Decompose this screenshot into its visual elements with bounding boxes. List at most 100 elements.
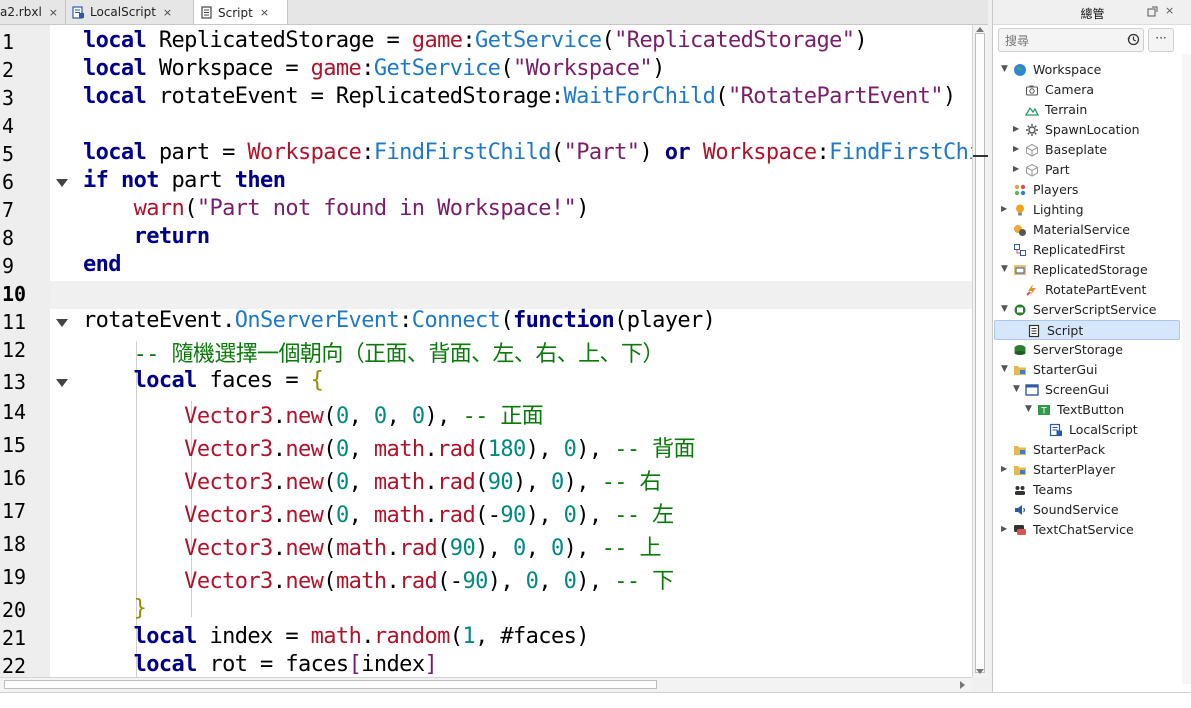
tree-item-materialservice[interactable]: MaterialService <box>993 220 1182 240</box>
tree-item-starterplayer[interactable]: ▶ StarterPlayer <box>993 460 1182 480</box>
code-token: 0 <box>550 536 564 561</box>
more-options-button[interactable]: ··· <box>1148 28 1174 52</box>
line-number: 17 <box>2 499 27 523</box>
fold-arrow-icon[interactable] <box>56 179 68 187</box>
chevron-down-icon[interactable]: ▼ <box>1001 64 1008 74</box>
fold-arrow-icon[interactable] <box>56 319 68 327</box>
tab-place-file[interactable]: a2.rbxl × <box>0 0 66 24</box>
code-token: GetService <box>373 56 501 81</box>
code-token: { <box>310 368 324 393</box>
line-number: 8 <box>2 226 15 250</box>
chevron-right-icon[interactable]: ▶ <box>1001 204 1007 213</box>
tree-item-terrain[interactable]: Terrain <box>993 100 1182 120</box>
code-token: -- 正面 <box>462 404 544 429</box>
code-line[interactable]: 17 Vector3.new(0, math.rad(-90), 0), -- … <box>0 494 972 528</box>
chevron-right-icon[interactable]: ▶ <box>1013 124 1019 133</box>
tree-item-camera[interactable]: Camera <box>993 80 1182 100</box>
code-token: rad <box>399 569 438 594</box>
tree-item-teams[interactable]: Teams <box>993 480 1182 500</box>
fold-arrow-icon[interactable] <box>56 379 68 387</box>
tree-item-workspace[interactable]: ▼ Workspace <box>993 60 1182 80</box>
scrollbar-thumb[interactable] <box>4 680 657 689</box>
code-token: ), <box>576 437 615 462</box>
scroll-marker <box>973 155 988 157</box>
code-token: rotateEvent = ReplicatedStorage: <box>146 84 564 109</box>
tree-item-serverstorage[interactable]: ServerStorage <box>993 340 1182 360</box>
tree-item-rotatepartevent[interactable]: RotatePartEvent <box>993 280 1182 300</box>
code-token: 0 <box>563 569 577 594</box>
code-line[interactable]: 12 -- 隨機選擇一個朝向（正面、背面、左、右、上、下） <box>0 333 972 367</box>
chevron-down-icon[interactable]: ▼ <box>1013 384 1020 394</box>
tree-item-starterpack[interactable]: StarterPack <box>993 440 1182 460</box>
chevron-down-icon[interactable]: ▼ <box>1001 264 1008 274</box>
globe-icon <box>1013 63 1027 77</box>
chevron-right-icon[interactable]: ▶ <box>1001 464 1007 473</box>
scroll-up-arrow-icon[interactable] <box>976 27 984 32</box>
tree-item-players[interactable]: Players <box>993 180 1182 200</box>
close-icon[interactable]: × <box>49 6 58 19</box>
code-token: . <box>361 624 374 649</box>
scrollbar-thumb[interactable] <box>975 33 985 673</box>
chevron-right-icon[interactable]: ▶ <box>1001 524 1007 533</box>
scroll-down-arrow-icon[interactable] <box>976 669 984 674</box>
tree-item-startergui[interactable]: ▼ StarterGui <box>993 360 1182 380</box>
chevron-right-icon[interactable]: ▶ <box>1013 144 1019 153</box>
tree-item-spawnlocation[interactable]: ▶ SpawnLocation <box>993 120 1182 140</box>
code-line[interactable]: 22 local rot = faces[index] <box>0 649 972 677</box>
close-icon[interactable]: × <box>163 6 172 19</box>
tree-item-script[interactable]: Script <box>994 320 1180 340</box>
chevron-down-icon[interactable]: ▼ <box>1001 304 1008 314</box>
tab-script[interactable]: Script × <box>194 0 288 24</box>
tree-item-lighting[interactable]: ▶ Lighting <box>993 200 1182 220</box>
tab-local-script[interactable]: LocalScript × <box>66 0 194 24</box>
code-token: random <box>373 624 450 649</box>
code-token: WaitForChild <box>563 84 716 109</box>
screengui-icon <box>1025 383 1039 397</box>
code-line[interactable]: 15 Vector3.new(0, math.rad(180), 0), -- … <box>0 428 972 462</box>
chat-icon <box>1013 523 1027 537</box>
line-number: 7 <box>2 198 15 222</box>
scroll-right-arrow-icon[interactable] <box>960 681 965 689</box>
close-icon[interactable]: × <box>260 6 269 19</box>
tree-item-label: Script <box>1047 323 1084 338</box>
tree-item-part[interactable]: ▶ Part <box>993 160 1182 180</box>
code-text: local index = math.random(1, #faces) <box>83 624 590 649</box>
code-token: Connect <box>411 308 501 333</box>
chevron-right-icon[interactable]: ▶ <box>1013 164 1019 173</box>
code-line[interactable]: 14 Vector3.new(0, 0, 0), -- 正面 <box>0 395 972 429</box>
tree-item-soundservice[interactable]: SoundService <box>993 500 1182 520</box>
chevron-down-icon[interactable]: ▼ <box>1025 404 1032 414</box>
search-input[interactable] <box>1003 32 1125 50</box>
close-icon[interactable]: × <box>1165 4 1174 17</box>
tree-item-replicatedstorage[interactable]: ▼ ReplicatedStorage <box>993 260 1182 280</box>
code-line[interactable]: 18 Vector3.new(math.rad(90), 0, 0), -- 上 <box>0 527 972 561</box>
code-token: new <box>285 437 324 462</box>
explorer-scrollbar[interactable] <box>1182 54 1191 684</box>
explorer-search[interactable] <box>998 28 1144 52</box>
chevron-down-icon[interactable]: ▼ <box>1001 364 1008 374</box>
code-line[interactable]: 13 local faces = { <box>0 365 972 397</box>
code-token: ), <box>513 470 551 495</box>
tree-item-replicatedfirst[interactable]: ReplicatedFirst <box>993 240 1182 260</box>
tree-item-textbutton[interactable]: ▼ T TextButton <box>993 400 1182 420</box>
code-token: ), <box>525 503 564 528</box>
code-token: "Part" <box>563 140 640 165</box>
code-token: ( <box>184 196 197 221</box>
code-token: ) <box>652 56 665 81</box>
tree-item-localscript[interactable]: LocalScript <box>993 420 1182 440</box>
undock-icon[interactable] <box>1147 6 1158 17</box>
editor-horizontal-scrollbar[interactable] <box>0 677 972 692</box>
history-icon[interactable] <box>1127 33 1140 46</box>
code-editor[interactable]: 1 local ReplicatedStorage = game:GetServi… <box>0 25 972 677</box>
code-token: ( <box>500 308 513 333</box>
code-line[interactable]: 16 Vector3.new(0, math.rad(90), 0), -- 右 <box>0 461 972 495</box>
code-token: , <box>386 404 412 429</box>
tree-item-baseplate[interactable]: ▶ Baseplate <box>993 140 1182 160</box>
tree-item-serverscriptservice[interactable]: ▼ ServerScriptService <box>993 300 1182 320</box>
code-token: . <box>424 437 438 462</box>
tree-item-screengui[interactable]: ▼ ScreenGui <box>993 380 1182 400</box>
tree-item-textchatservice[interactable]: ▶ TextChatService <box>993 520 1182 540</box>
line-number: 4 <box>2 114 15 138</box>
code-line[interactable]: 19 Vector3.new(math.rad(-90), 0, 0), -- … <box>0 560 972 594</box>
editor-vertical-scrollbar[interactable] <box>972 25 988 677</box>
